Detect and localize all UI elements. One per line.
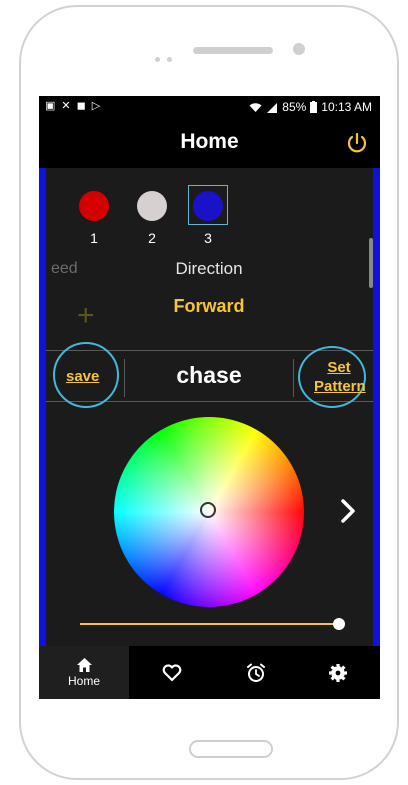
direction-value[interactable]: Forward [159,296,259,317]
nav-tab-favorites[interactable] [130,646,214,699]
shuffle-icon: ✕ [61,100,71,112]
play-store-icon: ▷ [91,100,101,112]
set-pattern-button[interactable]: Set Pattern [314,358,366,396]
page-title: Home [180,130,239,153]
app-screen: ▣ ✕ ◼ ▷ 85% 10:13 AM Home 1 2 3 eed Dire… [39,96,380,699]
separator-left [124,359,125,397]
color-swatch-3[interactable] [193,191,223,221]
brightness-slider-track[interactable] [80,623,339,625]
heart-icon [162,663,182,681]
signal-icon [267,102,278,113]
bottom-nav: Home [39,646,380,699]
nav-home-label: Home [67,674,100,688]
direction-label: Direction [175,259,243,278]
swatch-label-3: 3 [204,230,212,246]
set-pattern-label-line2: Pattern [314,378,366,395]
clock: 10:13 AM [321,100,372,114]
hardware-home-button[interactable] [189,740,273,758]
right-accent-bar [373,168,380,646]
color-swatch-2[interactable] [137,191,167,221]
app-bar: Home [39,118,380,168]
nav-tab-home[interactable]: Home [39,646,129,699]
color-wheel-selector[interactable] [200,502,216,518]
save-button[interactable]: save [66,368,99,385]
scrollbar[interactable] [369,238,373,288]
brightness-slider-thumb[interactable] [333,618,345,630]
alarm-clock-icon [247,663,265,682]
system-icons: 85% 10:13 AM [249,100,372,114]
set-pattern-label-line1: Set [327,359,351,376]
notification-icons: ▣ ✕ ◼ ▷ [45,100,100,113]
pattern-name: chase [176,362,242,388]
power-icon[interactable] [346,132,368,154]
separator-right [293,359,294,397]
battery-icon [310,101,318,113]
color-swatch-1[interactable] [79,191,109,221]
swatch-label-2: 2 [148,230,156,246]
front-camera [293,43,305,55]
chevron-right-icon[interactable] [339,498,357,524]
left-accent-bar [39,168,46,646]
app-notification-icon: ◼ [76,100,86,112]
status-bar: ▣ ✕ ◼ ▷ 85% 10:13 AM [39,96,380,118]
sensor-dots [155,49,179,67]
speed-label-partial: eed [51,260,78,277]
gear-icon [329,663,347,682]
speaker-grille [193,47,273,54]
wifi-icon [249,102,262,112]
nav-tab-settings[interactable] [296,646,380,699]
home-icon [76,658,92,672]
nav-tab-alarm[interactable] [214,646,298,699]
battery-percent: 85% [282,100,307,114]
add-icon[interactable]: + [77,301,95,331]
swatch-label-1: 1 [90,230,98,246]
image-icon: ▣ [45,100,56,112]
